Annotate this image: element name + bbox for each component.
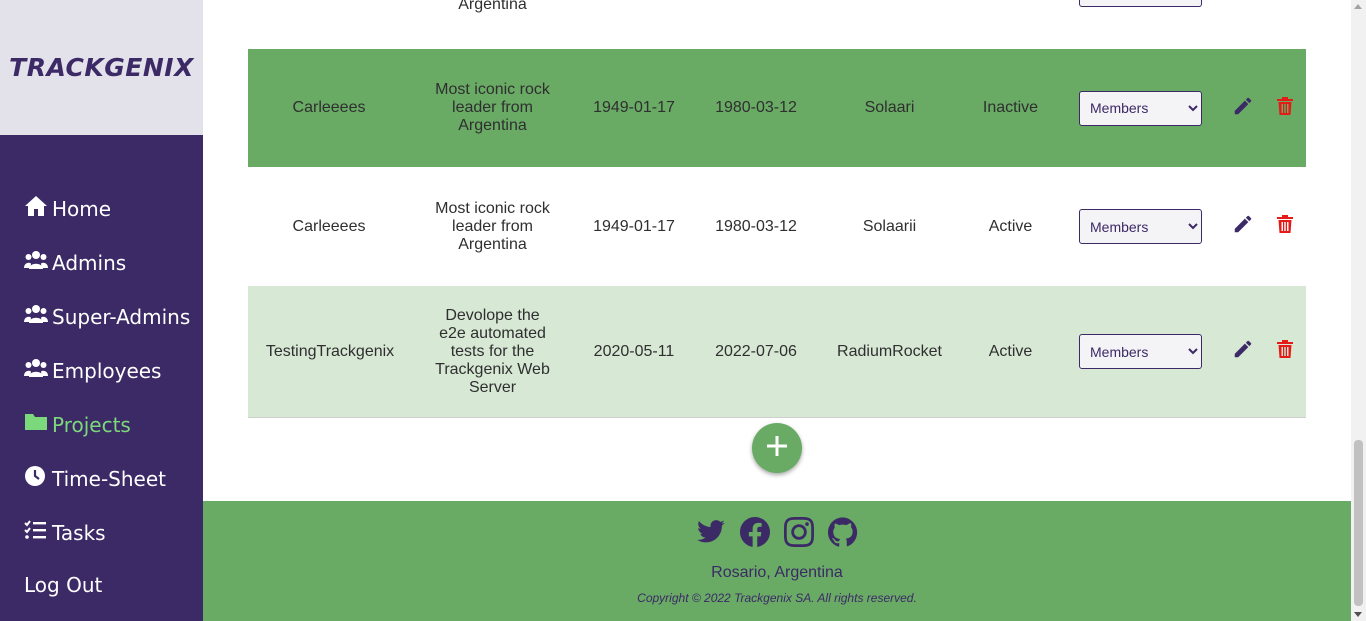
github-icon[interactable] (827, 517, 858, 552)
sidebar-item-employees[interactable]: Employees (24, 357, 161, 384)
sidebar-item-label: Admins (52, 250, 127, 275)
pencil-icon (1232, 213, 1254, 240)
project-name-cell: Carleeees (292, 217, 366, 235)
trash-icon (1277, 215, 1293, 238)
members-select-cell: Members (1079, 286, 1202, 417)
client-cell: Solaarii (862, 217, 917, 235)
client-cell: RadiumRocket (837, 342, 942, 360)
members-select-cell: Members (1079, 49, 1202, 167)
edit-button[interactable] (1230, 167, 1256, 286)
footer: Rosario, Argentina Copyright © 2022 Trac… (203, 501, 1351, 621)
users-icon (24, 357, 48, 384)
delete-button[interactable] (1275, 49, 1295, 167)
client-cell: Solaari (864, 99, 915, 116)
project-description-cell: Argentina (458, 0, 527, 13)
sidebar-item-home[interactable]: Home (24, 195, 111, 222)
table-row: TestingTrackgenix Devolope the e2e autom… (248, 286, 1306, 418)
sidebar-item-label: Home (52, 196, 112, 221)
project-description-cell: Most iconic rock leader from Argentina (435, 81, 550, 134)
sidebar-item-tasks[interactable]: Tasks (24, 519, 106, 546)
sidebar-item-admins[interactable]: Admins (24, 249, 126, 276)
social-links (203, 517, 1351, 552)
trash-icon (1277, 340, 1293, 363)
sidebar-item-label: Projects (52, 412, 131, 437)
instagram-icon[interactable] (784, 517, 814, 552)
project-name-cell: Carleeees (292, 99, 366, 116)
vertical-scrollbar[interactable] (1351, 0, 1366, 621)
trash-icon (1277, 96, 1293, 120)
sidebar-item-label: Time-Sheet (52, 466, 166, 491)
sidebar: TRACKGENIX Home Admins Super-Admins Empl… (0, 0, 203, 621)
start-date-cell: 2020-05-11 (593, 342, 675, 360)
project-description-cell: Most iconic rock leader from Argentina (435, 199, 550, 253)
end-date-cell: 1980-03-12 (715, 99, 797, 116)
sidebar-item-label: Log Out (24, 573, 103, 597)
members-select[interactable] (1079, 0, 1202, 7)
delete-button[interactable] (1275, 286, 1295, 417)
members-select[interactable]: Members (1079, 90, 1202, 126)
table-row: Argentina (248, 0, 1306, 48)
members-select[interactable]: Members (1079, 209, 1202, 244)
list-check-icon (24, 519, 48, 546)
users-icon (24, 249, 48, 276)
scroll-down-arrow-icon[interactable] (1354, 612, 1362, 617)
clock-icon (24, 465, 48, 492)
footer-copyright: Copyright © 2022 Trackgenix SA. All righ… (637, 591, 917, 605)
sidebar-item-label: Super-Admins (52, 304, 191, 329)
sidebar-item-super-admins[interactable]: Super-Admins (24, 303, 190, 330)
scroll-up-arrow-icon[interactable] (1354, 4, 1362, 9)
add-project-button[interactable] (752, 423, 802, 473)
app-logo[interactable]: TRACKGENIX (9, 53, 194, 82)
sidebar-item-time-sheet[interactable]: Time-Sheet (24, 465, 166, 492)
start-date-cell: 1949-01-17 (593, 217, 675, 235)
twitter-icon[interactable] (696, 517, 726, 552)
home-icon (24, 195, 48, 222)
project-description-cell: Devolope the e2e automated tests for the… (435, 306, 550, 396)
project-name-cell: TestingTrackgenix (265, 342, 395, 360)
members-select-cell: Members (1079, 167, 1202, 286)
status-cell: Active (988, 217, 1033, 235)
table-row: Carleeees Most iconic rock leader from A… (248, 167, 1306, 287)
sidebar-item-projects[interactable]: Projects (24, 411, 131, 438)
pencil-icon (1232, 338, 1254, 365)
scrollbar-thumb[interactable] (1354, 440, 1363, 606)
delete-button[interactable] (1275, 167, 1295, 286)
logo-container: TRACKGENIX (0, 0, 203, 135)
sidebar-item-label: Employees (52, 358, 162, 383)
facebook-icon[interactable] (740, 517, 770, 552)
sidebar-item-label: Tasks (52, 520, 106, 545)
status-cell: Inactive (982, 99, 1039, 116)
edit-button[interactable] (1230, 286, 1256, 417)
footer-location: Rosario, Argentina (711, 564, 843, 581)
edit-button[interactable] (1230, 49, 1256, 167)
plus-icon (765, 434, 789, 463)
folder-icon (24, 411, 48, 438)
end-date-cell: 1980-03-12 (715, 217, 797, 235)
table-row: Carleeees Most iconic rock leader from A… (248, 49, 1306, 167)
users-icon (24, 303, 48, 330)
end-date-cell: 2022-07-06 (715, 342, 797, 360)
pencil-icon (1232, 95, 1254, 122)
logout-button[interactable]: Log Out (24, 573, 102, 597)
members-select[interactable]: Members (1079, 334, 1202, 369)
status-cell: Active (988, 342, 1033, 360)
start-date-cell: 1949-01-17 (593, 99, 675, 116)
